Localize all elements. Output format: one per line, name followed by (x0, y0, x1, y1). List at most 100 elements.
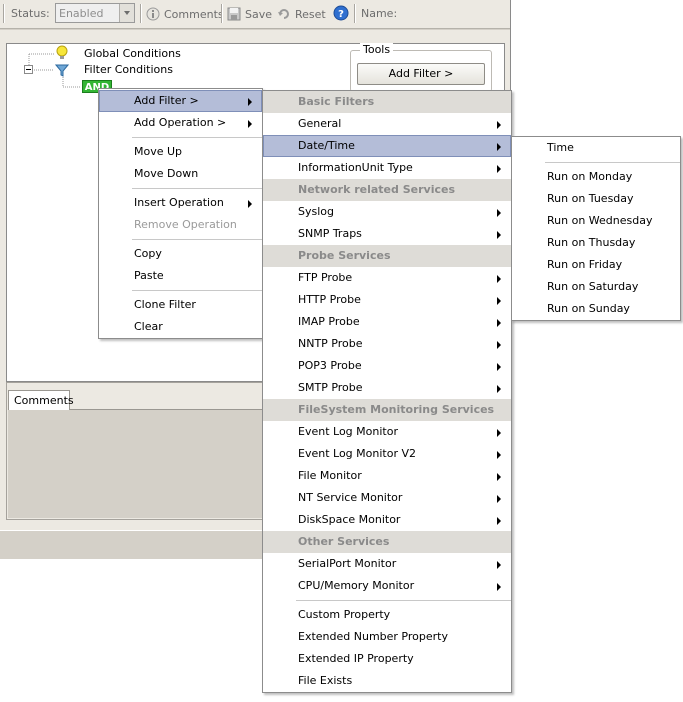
reset-button[interactable]: Reset (277, 4, 326, 24)
menu-separator (132, 137, 262, 138)
menu-item-clear[interactable]: Clear (99, 316, 262, 338)
menu-item-label: Run on Sunday (547, 302, 630, 315)
menu-item-datetime[interactable]: Date/Time (263, 135, 511, 157)
menu-item-nt-service-monitor[interactable]: NT Service Monitor (263, 487, 511, 509)
comments-button[interactable]: Comments (146, 4, 224, 24)
menu-item-extended-number-property[interactable]: Extended Number Property (263, 626, 511, 648)
menu-item-cpu-memory-monitor[interactable]: CPU/Memory Monitor (263, 575, 511, 597)
submenu-arrow-icon (248, 120, 252, 128)
name-label: Name: (361, 7, 398, 20)
menu-item-run-on-wednesday[interactable]: Run on Wednesday (512, 210, 680, 232)
menu-item-informationunit-type[interactable]: InformationUnit Type (263, 157, 511, 179)
menu-item-copy[interactable]: Copy (99, 243, 262, 265)
menu-item-move-down[interactable]: Move Down (99, 163, 262, 185)
toolbar-grip (3, 4, 5, 23)
minus-icon (26, 69, 31, 70)
menu-item-add-operation[interactable]: Add Operation > (99, 112, 262, 134)
help-icon: ? (333, 5, 349, 21)
menu-item-label: Move Up (134, 145, 183, 158)
menu-item-diskspace-monitor[interactable]: DiskSpace Monitor (263, 509, 511, 531)
comments-button-label: Comments (164, 7, 224, 21)
menu-item-label: FTP Probe (298, 271, 353, 284)
submenu-arrow-icon (248, 200, 252, 208)
menu-item-ftp-probe[interactable]: FTP Probe (263, 267, 511, 289)
add-filter-button[interactable]: Add Filter > (357, 63, 485, 85)
menu-item-run-on-saturday[interactable]: Run on Saturday (512, 276, 680, 298)
menu-item-time[interactable]: Time (512, 137, 680, 159)
menu-item-paste[interactable]: Paste (99, 265, 262, 287)
menu-separator (132, 188, 262, 189)
chevron-down-icon[interactable] (119, 4, 134, 22)
menu-item-file-monitor[interactable]: File Monitor (263, 465, 511, 487)
menu-item-move-up[interactable]: Move Up (99, 141, 262, 163)
menu-item-label: Syslog (298, 205, 334, 218)
submenu-arrow-icon (497, 231, 501, 239)
menu-item-run-on-sunday[interactable]: Run on Sunday (512, 298, 680, 320)
menu-item-label: Copy (134, 247, 162, 260)
status-select[interactable]: Enabled (55, 3, 135, 23)
menu-item-snmp-traps[interactable]: SNMP Traps (263, 223, 511, 245)
menu-item-run-on-friday[interactable]: Run on Friday (512, 254, 680, 276)
submenu-arrow-icon (497, 209, 501, 217)
menu-item-run-on-monday[interactable]: Run on Monday (512, 166, 680, 188)
menu-item-label: Clone Filter (134, 298, 196, 311)
menu-item-event-log-monitor-v2[interactable]: Event Log Monitor V2 (263, 443, 511, 465)
network-services-header: Network related Services (263, 179, 511, 201)
menu-item-custom-property[interactable]: Custom Property (263, 604, 511, 626)
menu-item-label: Custom Property (298, 608, 391, 621)
menu-separator (296, 600, 511, 601)
menu-item-label: NNTP Probe (298, 337, 363, 350)
menu-item-label: Run on Friday (547, 258, 623, 271)
menu-item-extended-ip-property[interactable]: Extended IP Property (263, 648, 511, 670)
menu-separator (132, 239, 262, 240)
tab-comments[interactable]: Comments (8, 390, 74, 410)
help-button[interactable]: ? (333, 5, 349, 21)
menu-item-serialport-monitor[interactable]: SerialPort Monitor (263, 553, 511, 575)
menu-item-run-on-tuesday[interactable]: Run on Tuesday (512, 188, 680, 210)
menu-item-http-probe[interactable]: HTTP Probe (263, 289, 511, 311)
menu-item-label: Add Operation > (134, 116, 227, 129)
svg-text:?: ? (338, 9, 344, 20)
menu-item-remove-operation: Remove Operation (99, 214, 262, 236)
save-button[interactable]: Save (227, 4, 272, 24)
menu-item-syslog[interactable]: Syslog (263, 201, 511, 223)
submenu-arrow-icon (497, 385, 501, 393)
toolbar-separator (354, 4, 356, 23)
filesystem-services-header: FileSystem Monitoring Services (263, 399, 511, 421)
menu-item-label: DiskSpace Monitor (298, 513, 401, 526)
menu-item-label: Move Down (134, 167, 199, 180)
filter-conditions-node[interactable]: Filter Conditions (84, 63, 173, 76)
menu-item-file-exists[interactable]: File Exists (263, 670, 511, 692)
global-conditions-node[interactable]: Global Conditions (84, 47, 181, 60)
menu-item-label: Extended IP Property (298, 652, 414, 665)
menu-item-general[interactable]: General (263, 113, 511, 135)
menu-item-label: POP3 Probe (298, 359, 362, 372)
reset-icon (278, 9, 289, 19)
menu-item-run-on-thursday[interactable]: Run on Thusday (512, 232, 680, 254)
menu-item-label: Event Log Monitor (298, 425, 398, 438)
filter-icon (55, 64, 69, 77)
submenu-arrow-icon (497, 165, 501, 173)
menu-item-label: Run on Monday (547, 170, 633, 183)
context-menu: Add Filter > Add Operation > Move Up Mov… (98, 88, 263, 339)
menu-item-pop3-probe[interactable]: POP3 Probe (263, 355, 511, 377)
other-services-header: Other Services (263, 531, 511, 553)
datetime-submenu: Time Run on Monday Run on Tuesday Run on… (511, 136, 681, 321)
submenu-arrow-icon (497, 561, 501, 569)
toolbar: Status: Enabled Comments Save Reset ? Na… (0, 0, 510, 29)
menu-item-insert-operation[interactable]: Insert Operation (99, 192, 262, 214)
menu-item-nntp-probe[interactable]: NNTP Probe (263, 333, 511, 355)
menu-item-add-filter[interactable]: Add Filter > (99, 90, 262, 112)
menu-item-smtp-probe[interactable]: SMTP Probe (263, 377, 511, 399)
basic-filters-header: Basic Filters (263, 91, 511, 113)
lightbulb-icon (56, 45, 68, 59)
menu-item-clone-filter[interactable]: Clone Filter (99, 294, 262, 316)
menu-item-label: IMAP Probe (298, 315, 360, 328)
menu-item-label: InformationUnit Type (298, 161, 413, 174)
menu-item-event-log-monitor[interactable]: Event Log Monitor (263, 421, 511, 443)
menu-item-label: Run on Saturday (547, 280, 639, 293)
menu-item-imap-probe[interactable]: IMAP Probe (263, 311, 511, 333)
collapse-toggle[interactable] (24, 65, 33, 74)
submenu-arrow-icon (497, 275, 501, 283)
menu-item-label: File Exists (298, 674, 353, 687)
